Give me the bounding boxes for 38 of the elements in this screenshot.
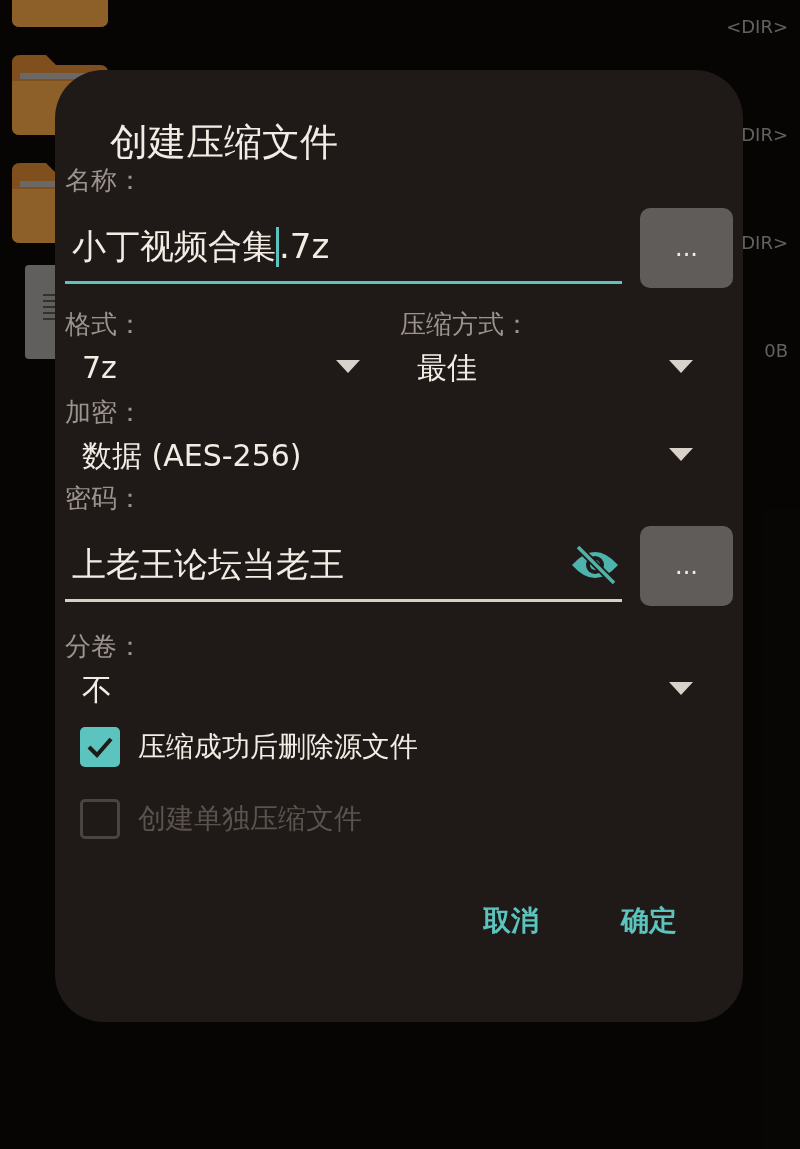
file-icon bbox=[25, 265, 55, 359]
dropdown[interactable]: 不 bbox=[65, 664, 733, 714]
checkbox-label: 压缩成功后删除源文件 bbox=[138, 729, 418, 765]
input-text: 小丁视频合集.7z bbox=[72, 225, 330, 269]
dropdown[interactable]: 最佳 bbox=[400, 342, 733, 392]
file-size: 0B bbox=[764, 339, 788, 363]
field-label: 格式： bbox=[65, 308, 144, 341]
checkbox-label: 创建单独压缩文件 bbox=[138, 801, 362, 837]
field-label: 密码： bbox=[65, 482, 144, 515]
dropdown-arrow-icon bbox=[669, 360, 693, 374]
more-button[interactable]: ... bbox=[640, 208, 733, 288]
input-text: 上老王论坛当老王 bbox=[72, 543, 344, 586]
dialog-button[interactable]: 确定 bbox=[621, 900, 677, 942]
eye-slash-icon[interactable] bbox=[570, 542, 620, 587]
file-size: DIR> bbox=[741, 123, 788, 147]
dropdown-arrow-icon bbox=[669, 682, 693, 696]
folder-icon bbox=[12, 163, 55, 243]
check-icon bbox=[86, 736, 114, 758]
name-input-field[interactable]: 小丁视频合集.7z bbox=[65, 212, 622, 284]
dropdown-value: 最佳 bbox=[417, 348, 477, 387]
dropdown-value: 不 bbox=[82, 670, 112, 709]
more-button[interactable]: ... bbox=[640, 526, 733, 606]
dialog-title: 创建压缩文件 bbox=[109, 119, 339, 166]
field-label: 压缩方式： bbox=[400, 308, 531, 341]
dropdown[interactable]: 数据 (AES-256) bbox=[65, 430, 733, 480]
dropdown-arrow-icon bbox=[336, 360, 360, 374]
dialog-button[interactable]: 取消 bbox=[483, 900, 539, 942]
field-label: 加密： bbox=[65, 396, 144, 429]
field-label: 名称： bbox=[65, 164, 144, 197]
dropdown-value: 7z bbox=[82, 348, 117, 387]
password-input-field[interactable]: 上老王论坛当老王 bbox=[65, 530, 622, 602]
checkbox[interactable] bbox=[80, 727, 120, 767]
file-size: <DIR> bbox=[726, 15, 788, 39]
dropdown-arrow-icon bbox=[669, 448, 693, 462]
dropdown[interactable]: 7z bbox=[65, 342, 400, 392]
file-size: DIR> bbox=[741, 231, 788, 255]
dropdown-value: 数据 (AES-256) bbox=[82, 436, 302, 475]
field-label: 分卷： bbox=[65, 630, 144, 663]
